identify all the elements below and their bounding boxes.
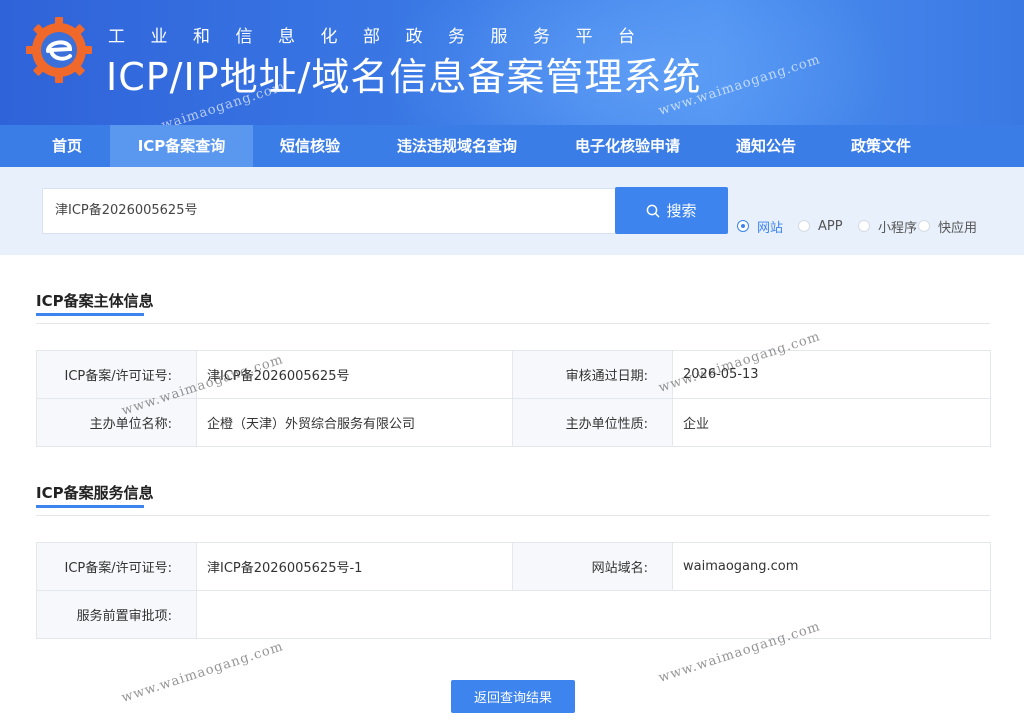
header-subtitle: 工业和信息化部政务服务平台 <box>108 27 661 47</box>
search-input[interactable]: 津ICP备2026005625号 <box>42 188 615 234</box>
table-row: 主办单位名称: 企橙（天津）外贸综合服务有限公司 主办单位性质: 企业 <box>36 398 991 447</box>
pre-approval-value <box>196 590 991 639</box>
radio-dot <box>918 220 930 232</box>
section-divider <box>36 323 990 324</box>
nav-illegal-domain-query[interactable]: 违法违规域名查询 <box>380 125 534 167</box>
website-domain-label: 网站域名: <box>512 542 673 591</box>
entity-section-title: ICP备案主体信息 <box>36 292 154 310</box>
license-no-label: ICP备案/许可证号: <box>36 350 197 399</box>
approval-date-value: 2026-05-13 <box>672 350 991 399</box>
watermark: www.waimaogang.com <box>119 639 286 706</box>
header-title: ICP/IP地址/域名信息备案管理系统 <box>106 55 702 99</box>
nav-home[interactable]: 首页 <box>36 125 98 167</box>
radio-mini-program[interactable]: 小程序 <box>858 217 917 236</box>
search-button[interactable]: 搜索 <box>615 187 728 234</box>
table-row: ICP备案/许可证号: 津ICP备2026005625号-1 网站域名: wai… <box>36 542 991 591</box>
license-no-value: 津ICP备2026005625号 <box>196 350 513 399</box>
service-info-table: ICP备案/许可证号: 津ICP备2026005625号-1 网站域名: wai… <box>36 542 991 639</box>
nav-e-verify-apply[interactable]: 电子化核验申请 <box>561 125 694 167</box>
radio-dot <box>798 220 810 232</box>
back-to-results-button[interactable]: 返回查询结果 <box>451 680 575 713</box>
section-underline <box>36 313 144 316</box>
pre-approval-label: 服务前置审批项: <box>36 590 197 639</box>
service-license-no-label: ICP备案/许可证号: <box>36 542 197 591</box>
website-domain-value: waimaogang.com <box>672 542 991 591</box>
entity-info-table: ICP备案/许可证号: 津ICP备2026005625号 审核通过日期: 202… <box>36 350 991 447</box>
page: 工业和信息化部政务服务平台 ICP/IP地址/域名信息备案管理系统 www.wa… <box>0 0 1024 724</box>
table-row: ICP备案/许可证号: 津ICP备2026005625号 审核通过日期: 202… <box>36 350 991 399</box>
sponsor-name-label: 主办单位名称: <box>36 398 197 447</box>
nav-notices[interactable]: 通知公告 <box>721 125 811 167</box>
radio-website[interactable]: 网站 <box>737 217 783 236</box>
radio-dot <box>737 220 749 232</box>
search-button-label: 搜索 <box>666 202 697 220</box>
header-banner: 工业和信息化部政务服务平台 ICP/IP地址/域名信息备案管理系统 www.wa… <box>0 0 1024 125</box>
section-divider <box>36 515 990 516</box>
sponsor-name-value: 企橙（天津）外贸综合服务有限公司 <box>196 398 513 447</box>
main-nav: 首页 ICP备案查询 短信核验 违法违规域名查询 电子化核验申请 通知公告 政策… <box>0 125 1024 167</box>
nav-sms-verify[interactable]: 短信核验 <box>266 125 354 167</box>
approval-date-label: 审核通过日期: <box>512 350 673 399</box>
sponsor-type-value: 企业 <box>672 398 991 447</box>
table-row: 服务前置审批项: <box>36 590 991 639</box>
search-band: 津ICP备2026005625号 搜索 网站 APP 小程序 快应用 <box>0 167 1024 255</box>
service-license-no-value: 津ICP备2026005625号-1 <box>196 542 513 591</box>
miit-logo <box>26 17 92 83</box>
radio-app[interactable]: APP <box>798 217 843 235</box>
section-underline <box>36 505 144 508</box>
radio-dot <box>858 220 870 232</box>
radio-quick-app[interactable]: 快应用 <box>918 217 977 236</box>
nav-policy-docs[interactable]: 政策文件 <box>836 125 926 167</box>
sponsor-type-label: 主办单位性质: <box>512 398 673 447</box>
service-section-title: ICP备案服务信息 <box>36 484 154 502</box>
nav-icp-query[interactable]: ICP备案查询 <box>110 125 253 167</box>
search-icon <box>647 204 660 217</box>
